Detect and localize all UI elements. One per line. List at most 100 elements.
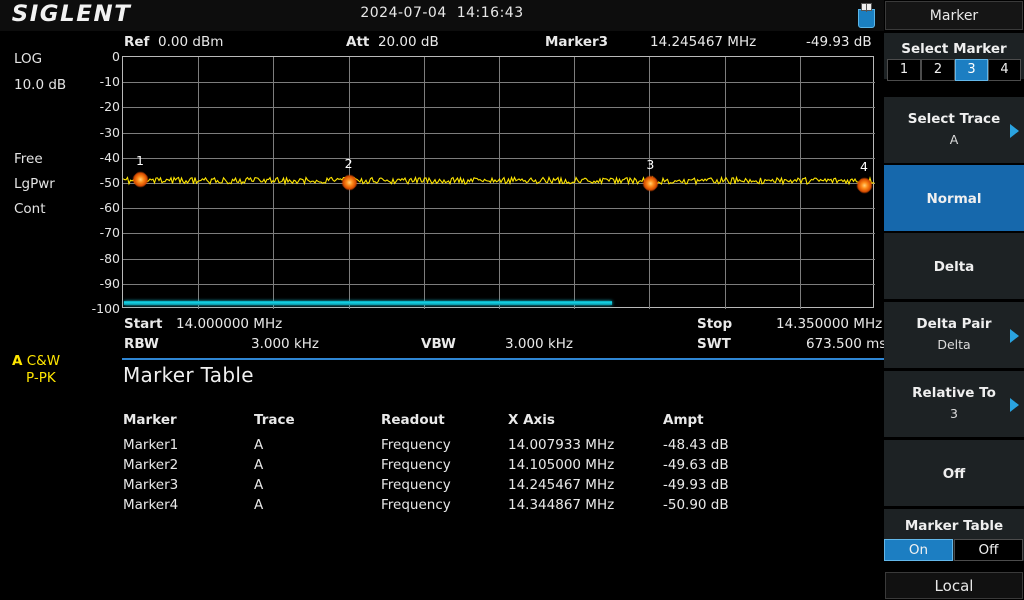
cell-marker: Marker4 [123,497,179,513]
cell-trace: A [254,457,264,473]
active-marker-name: Marker3 [545,34,609,50]
table-row[interactable]: Marker4 A Frequency 14.344867 MHz -50.90 dB [123,497,883,517]
stop-freq-value[interactable]: 14.350000 MHz [776,316,882,332]
cell-readout: Frequency [381,497,451,513]
start-freq-value[interactable]: 14.000000 MHz [176,316,282,332]
detector-label: LgPwr [14,176,55,192]
softkey-off[interactable]: Off [884,439,1024,507]
marker-number-label: 1 [136,153,144,169]
cell-x-axis: 14.105000 MHz [508,457,615,473]
table-row[interactable]: Marker2 A Frequency 14.105000 MHz -49.63 dB [123,457,883,477]
trace-id-label: A [12,353,23,369]
cell-x-axis: 14.007933 MHz [508,437,615,453]
select-trace-value: A [949,132,959,147]
trace-a-waveform [123,175,875,186]
off-label: Off [942,466,966,482]
scale-per-div-label: 10.0 dB [14,77,67,93]
marker-number-3[interactable]: 3 [955,59,988,81]
select-trace-label: Select Trace [907,111,1001,127]
cell-marker: Marker2 [123,457,179,473]
marker-number-label: 4 [859,159,868,175]
y-tick-label: -30 [99,124,120,140]
trace-a-status: A C&W P-PK [12,353,60,387]
date-text: 2024-07-04 [360,5,447,21]
softkey-normal[interactable]: Normal [884,164,1024,232]
cell-trace: A [254,497,264,513]
select-marker-label: Select Marker [901,41,1007,57]
relative-to-value: 3 [950,406,958,421]
rbw-value[interactable]: 3.000 kHz [251,336,319,352]
y-tick-label: -40 [99,149,120,165]
delta-label: Delta [933,259,975,275]
marker-number-4[interactable]: 4 [988,59,1021,81]
y-tick-label: -20 [99,99,120,115]
section-divider [122,358,884,360]
trace-marker[interactable]: 3 [640,157,662,194]
swt-label: SWT [697,336,731,352]
delta-pair-value: Delta [937,337,971,352]
vbw-value[interactable]: 3.000 kHz [505,336,573,352]
marker-number-1[interactable]: 1 [887,59,921,81]
active-marker-amplitude: -49.93 dB [806,34,872,50]
ref-label: Ref [124,34,150,50]
cell-readout: Frequency [381,457,451,473]
trigger-mode-label: Free [14,151,43,167]
usb-drive-icon [858,3,875,28]
column-header: Marker [123,412,177,428]
trace-marker[interactable]: 2 [338,156,360,194]
ref-level[interactable]: Ref 0.00 dBm [124,34,223,50]
title-bar: SIGLENT 2024-07-04 14:16:43 [0,0,884,31]
att-value: 20.00 dB [377,34,439,50]
marker-table-title: Marker Table [123,363,254,387]
y-tick-label: -90 [99,275,120,291]
y-tick-label: -10 [99,74,120,90]
trace-mode-label: C&W [26,353,61,369]
cell-trace: A [254,477,264,493]
scale-type-label: LOG [14,51,43,67]
softkey-menu-title: Marker [885,1,1023,30]
chevron-right-icon [1010,398,1019,412]
column-header: Trace [254,412,295,428]
softkey-relative-to[interactable]: Relative To 3 [884,370,1024,438]
column-header: Readout [381,412,445,428]
trace-marker[interactable]: 4 [853,159,876,197]
column-header: X Axis [508,412,555,428]
softkey-panel: Marker Select Marker 1234 Select Trace A… [884,0,1024,600]
cell-ampt: -48.43 dB [663,437,729,453]
y-tick-label: -60 [99,200,120,216]
relative-to-label: Relative To [912,385,996,401]
parameter-line: Ref 0.00 dBm Att 20.00 dB Marker3 14.245… [0,31,884,53]
stop-freq-label: Stop [697,316,733,332]
attenuation[interactable]: Att 20.00 dB [346,34,439,50]
table-row[interactable]: Marker3 A Frequency 14.245467 MHz -49.93 dB [123,477,883,497]
chevron-right-icon [1010,329,1019,343]
cell-readout: Frequency [381,477,451,493]
y-tick-label: -70 [99,225,120,241]
softkey-delta-pair[interactable]: Delta Pair Delta [884,301,1024,369]
softkey-marker-table[interactable]: Marker Table On Off [884,508,1024,562]
cell-marker: Marker3 [123,477,179,493]
att-label: Att [346,34,370,50]
y-axis-ticks: 0 -10 -20 -30 -40 -50 -60 -70 -80 -90 -100 [92,48,120,318]
chevron-right-icon [1010,124,1019,138]
cell-marker: Marker1 [123,437,179,453]
marker-number-2[interactable]: 2 [921,59,955,81]
spectrum-graticule[interactable]: 1 2 3 4 [122,56,876,309]
local-button[interactable]: Local [885,572,1023,599]
y-tick-label: -50 [99,175,120,190]
sweep-progress-bar [124,301,612,305]
swt-value[interactable]: 673.500 ms [806,336,886,352]
cell-x-axis: 14.245467 MHz [508,477,615,493]
table-row[interactable]: Marker1 A Frequency 14.007933 MHz -48.43 dB [123,437,883,457]
table-header-row: Marker Trace Readout X Axis Ampt [123,412,883,432]
column-header: Ampt [663,412,704,428]
marker-table-on-button[interactable]: On [884,539,953,561]
trace-marker[interactable]: 1 [129,153,152,191]
datetime-display: 2024-07-04 14:16:43 [0,5,884,21]
softkey-select-marker[interactable]: Select Marker 1234 [884,32,1024,81]
trace-detector-label: P-PK [26,370,56,386]
marker-table-off-button[interactable]: Off [954,539,1023,561]
softkey-delta[interactable]: Delta [884,232,1024,300]
softkey-select-trace[interactable]: Select Trace A [884,96,1024,164]
y-tick-label: -80 [99,250,120,266]
